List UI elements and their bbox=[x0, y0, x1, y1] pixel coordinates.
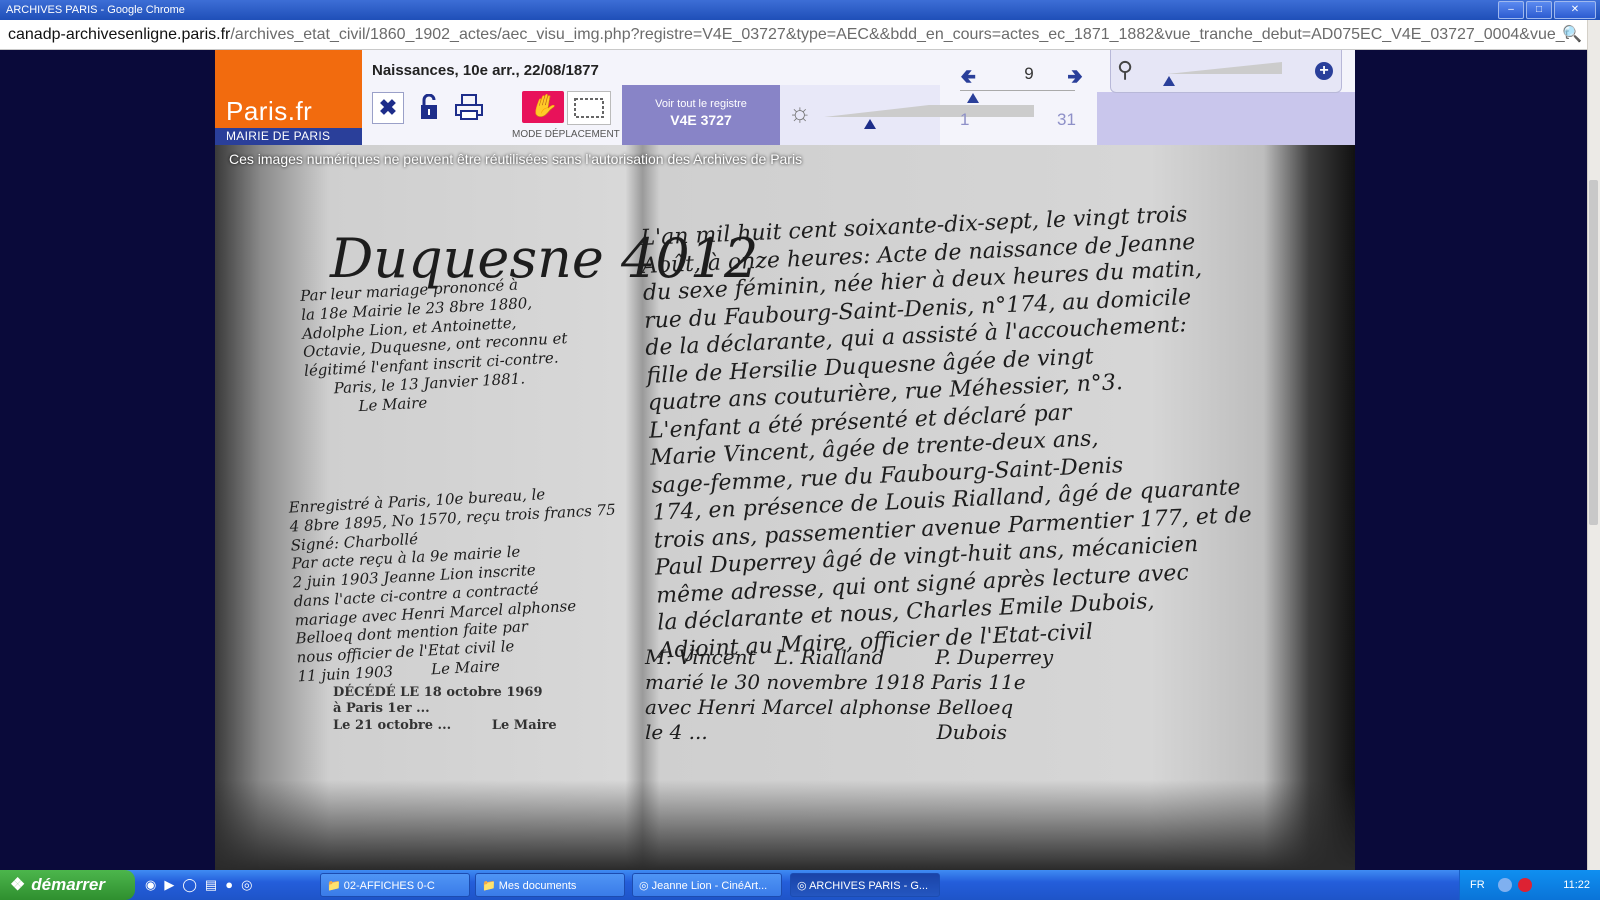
window-title: ARCHIVES PARIS - Google Chrome bbox=[6, 4, 185, 16]
signatures: M. Vincent L. Rialland P. Duperrey marié… bbox=[645, 645, 1054, 744]
windows-flag-icon: ❖ bbox=[10, 875, 26, 894]
archive-viewer: Paris.fr MAIRIE DE PARIS Naissances, 10e… bbox=[215, 50, 1355, 870]
selection-icon bbox=[574, 98, 604, 118]
print-button[interactable] bbox=[452, 90, 486, 124]
task-affiches[interactable]: 📁 02-AFFICHES 0-C bbox=[320, 873, 470, 897]
view-register-button[interactable]: Voir tout le registre V4E 3727 bbox=[622, 85, 780, 145]
magnifier-icon[interactable]: 🔍 bbox=[1562, 20, 1582, 49]
lock-icon bbox=[421, 94, 437, 119]
taskbar: ❖ démarrer ◉ ▶ ◯ ▤ ● ◎ 📁 02-AFFICHES 0-C … bbox=[0, 870, 1600, 900]
address-bar[interactable]: canadp-archivesenligne.paris.fr/archives… bbox=[0, 20, 1588, 50]
media-player-icon[interactable]: ▶ bbox=[164, 877, 174, 893]
zoom-magnifier-icon: ⚲ bbox=[1117, 57, 1134, 82]
scrollbar-thumb[interactable] bbox=[1589, 180, 1598, 525]
start-label: démarrer bbox=[31, 875, 105, 894]
folder-icon: 📁 bbox=[327, 880, 341, 892]
page-navigator: 🢀 9 🢂 1 31 bbox=[942, 50, 1097, 145]
url-host: canadp-archivesenligne.paris.fr bbox=[8, 26, 231, 43]
page-slider-track[interactable] bbox=[960, 90, 1075, 91]
lock-button[interactable] bbox=[412, 90, 446, 124]
brightness-slider-thumb[interactable] bbox=[864, 119, 876, 129]
clock: 11:22 bbox=[1563, 879, 1590, 891]
zoom-track[interactable] bbox=[1167, 62, 1282, 74]
close-window-button[interactable]: ✕ bbox=[1554, 1, 1596, 19]
pan-mode-button[interactable]: ✋ bbox=[522, 91, 564, 123]
window-titlebar: ARCHIVES PARIS - Google Chrome – □ ✕ bbox=[0, 0, 1600, 20]
close-icon: ✖ bbox=[378, 95, 398, 120]
task-label: 02-AFFICHES 0-C bbox=[343, 880, 435, 892]
url-path: /archives_etat_civil/1860_1902_actes/aec… bbox=[230, 26, 1570, 43]
page-scrollbar[interactable] bbox=[1587, 20, 1600, 870]
security-shield-icon[interactable] bbox=[1518, 878, 1532, 892]
zoom-slider-thumb[interactable] bbox=[1163, 76, 1175, 86]
ie-icon[interactable]: ◉ bbox=[145, 877, 156, 893]
close-viewer-button[interactable]: ✖ bbox=[372, 92, 404, 124]
chrome-icon: ◎ bbox=[797, 880, 807, 892]
language-indicator[interactable]: FR bbox=[1470, 870, 1485, 900]
mode-label: MODE DÉPLACEMENT bbox=[512, 129, 620, 140]
logo-brand: Paris.fr bbox=[226, 96, 313, 126]
start-button[interactable]: ❖ démarrer bbox=[0, 870, 135, 900]
chrome-icon: ◎ bbox=[639, 880, 649, 892]
firefox-icon[interactable]: ● bbox=[225, 877, 233, 893]
task-cineart[interactable]: ◎ Jeanne Lion - CinéArt... bbox=[632, 873, 782, 897]
deceased-stamp: DÉCÉDÉ LE 18 octobre 1969 à Paris 1er ..… bbox=[333, 685, 557, 733]
printer-icon bbox=[455, 94, 483, 120]
paris-logo[interactable]: Paris.fr MAIRIE DE PARIS bbox=[215, 50, 362, 145]
network-icon[interactable] bbox=[1498, 878, 1512, 892]
task-label: Jeanne Lion - CinéArt... bbox=[651, 880, 768, 892]
folder-icon[interactable]: ▤ bbox=[205, 877, 217, 893]
zoom-control: ⚲ + bbox=[1110, 50, 1342, 93]
brightness-control: ☼ bbox=[780, 85, 1034, 145]
task-mes-documents[interactable]: 📁 Mes documents bbox=[475, 873, 625, 897]
folder-icon: 📁 bbox=[482, 880, 496, 892]
birth-act-text: L'an mil huit cent soixante-dix-sept, le… bbox=[640, 202, 1253, 664]
minimize-button[interactable]: – bbox=[1498, 1, 1524, 19]
viewer-toolbar: Naissances, 10e arr., 22/08/1877 ✖ ✋ MOD… bbox=[362, 50, 1355, 145]
rights-notice: Ces images numériques ne peuvent être ré… bbox=[229, 151, 803, 167]
logo-subtitle: MAIRIE DE PARIS bbox=[215, 128, 362, 145]
page-slider-thumb[interactable] bbox=[967, 93, 979, 103]
margin-note-legitimation: Par leur mariage prononcé à la 18e Mairi… bbox=[299, 275, 568, 418]
page-min: 1 bbox=[960, 110, 970, 129]
task-label: Mes documents bbox=[498, 880, 577, 892]
page-max: 31 bbox=[1057, 110, 1076, 129]
register-page-image[interactable]: Ces images numériques ne peuvent être ré… bbox=[215, 145, 1355, 870]
zoom-in-icon[interactable]: + bbox=[1315, 62, 1333, 80]
window-controls: – □ ✕ bbox=[1498, 1, 1596, 19]
browser-icon[interactable]: ◯ bbox=[182, 877, 197, 893]
quick-launch: ◉ ▶ ◯ ▤ ● ◎ bbox=[145, 877, 252, 893]
hand-icon: ✋ bbox=[529, 94, 557, 120]
margin-note-marriage: Enregistré à Paris, 10e bureau, le 4 8br… bbox=[288, 485, 617, 686]
task-label: ARCHIVES PARIS - G... bbox=[809, 880, 929, 892]
maximize-button[interactable]: □ bbox=[1526, 1, 1552, 19]
system-tray: FR 11:22 bbox=[1459, 870, 1600, 900]
register-link-label: Voir tout le registre bbox=[655, 98, 747, 110]
sun-icon: ☼ bbox=[788, 97, 812, 127]
register-code: V4E 3727 bbox=[670, 112, 732, 128]
current-page[interactable]: 9 bbox=[1014, 64, 1044, 84]
task-archives-paris[interactable]: ◎ ARCHIVES PARIS - G... bbox=[790, 873, 940, 897]
chrome-icon[interactable]: ◎ bbox=[241, 877, 252, 893]
record-title: Naissances, 10e arr., 22/08/1877 bbox=[372, 62, 599, 79]
toolbar-panel bbox=[1097, 92, 1355, 145]
select-mode-button[interactable] bbox=[567, 91, 611, 125]
